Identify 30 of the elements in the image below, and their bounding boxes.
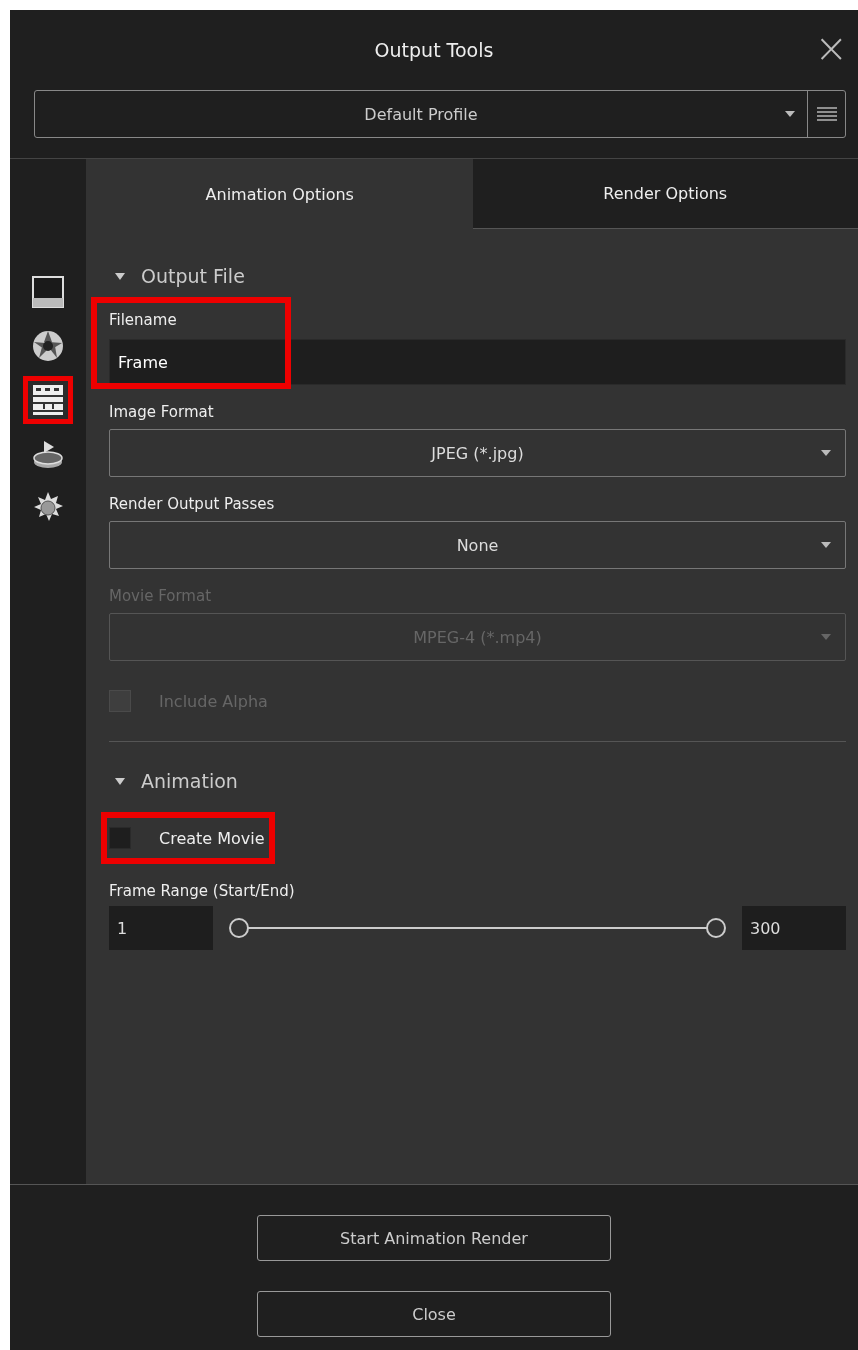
clapperboard-icon	[31, 383, 65, 417]
field-label: Render Output Passes	[109, 494, 276, 515]
caret-icon	[821, 450, 831, 456]
caret-icon	[785, 111, 795, 117]
start-frame-field[interactable]: 1	[109, 906, 213, 950]
slider-handle[interactable]	[706, 918, 726, 938]
window-title: Output Tools	[374, 39, 494, 61]
triangle-icon	[115, 777, 125, 785]
sidebar-clapper-button[interactable]	[23, 376, 73, 424]
caret-icon	[821, 542, 831, 548]
triangle-icon	[115, 272, 125, 280]
caret-icon	[821, 634, 831, 640]
dialog-button[interactable]: Close	[257, 1291, 611, 1337]
close-button[interactable]: ×	[808, 28, 854, 68]
tab[interactable]: Animation Options	[87, 159, 473, 229]
field-label: Filename	[109, 310, 178, 331]
field-label: Frame Range (Start/End)	[109, 881, 296, 902]
section-header[interactable]: Output File	[109, 259, 245, 293]
window-icon	[31, 275, 65, 309]
dialog-button[interactable]: Start Animation Render	[257, 1215, 611, 1261]
slider-handle[interactable]	[229, 918, 249, 938]
aperture-icon	[31, 329, 65, 363]
section-header[interactable]: Animation	[109, 764, 238, 798]
checkbox-label: Create Movie	[159, 828, 265, 848]
filename-field[interactable]: Frame	[109, 339, 846, 385]
dropdown[interactable]: JPEG (*.jpg)	[109, 429, 846, 477]
end-frame-field[interactable]: 300	[742, 906, 846, 950]
field-label: Image Format	[109, 402, 215, 423]
menu-icon	[816, 107, 837, 121]
dropdown[interactable]: None	[109, 521, 846, 569]
